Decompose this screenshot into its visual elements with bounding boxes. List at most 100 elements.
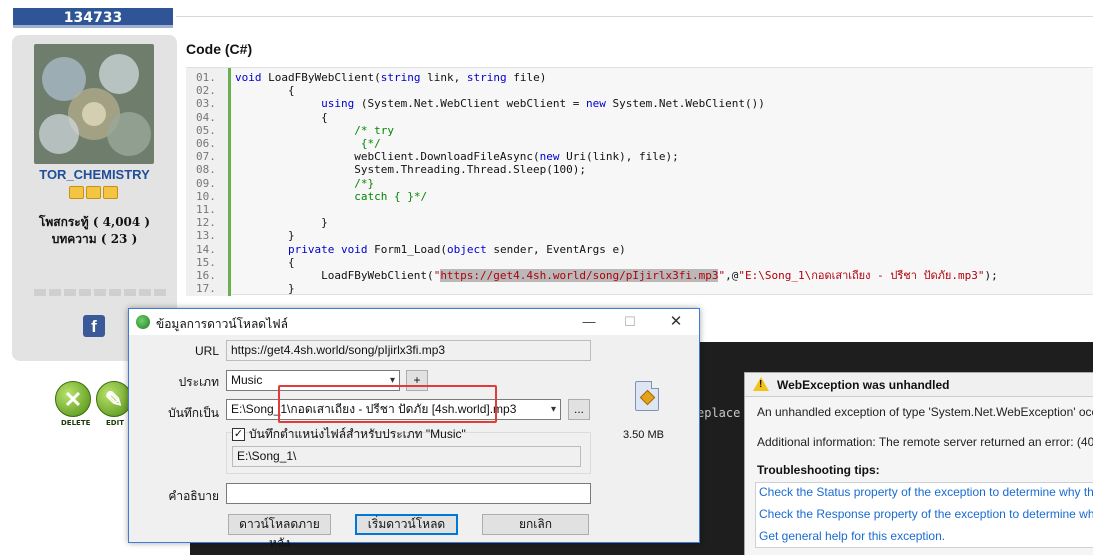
code-text[interactable]: catch { }*/ — [235, 190, 427, 203]
remember-path-checkbox[interactable]: ✓ — [232, 428, 245, 441]
code-token: System.Net.WebClient()) — [605, 97, 765, 111]
line-number: 02. — [196, 84, 216, 98]
remember-path-label[interactable]: บันทึกตำแหน่งไฟล์สำหรับประเภท "Music" — [249, 425, 466, 444]
code-token: LoadFByWebClient( — [235, 269, 434, 282]
type-select-value: Music — [231, 373, 263, 387]
cancel-button[interactable]: ยกเลิก — [482, 514, 589, 535]
code-token: { — [235, 84, 295, 98]
code-token: ,@ — [725, 269, 739, 282]
code-text[interactable]: /* try — [235, 124, 394, 137]
code-text[interactable]: LoadFByWebClient("https://get4.4sh.world… — [235, 269, 998, 282]
username[interactable]: TOR_CHEMISTRY — [12, 167, 177, 182]
start-download-button[interactable]: เริ่มดาวน์โหลด — [355, 514, 458, 535]
annotation-highlight-box — [278, 385, 497, 423]
code-text[interactable]: {*/ — [235, 137, 381, 150]
code-text[interactable]: private void Form1_Load(object sender, E… — [235, 243, 626, 256]
code-token: (System.Net.WebClient webClient = — [354, 97, 587, 111]
code-token: string — [466, 71, 507, 84]
line-number: 11. — [196, 203, 216, 216]
avatar[interactable] — [34, 44, 154, 164]
chevron-down-icon: ▾ — [550, 404, 556, 415]
line-number: 03. — [196, 97, 216, 111]
code-token: } — [235, 216, 328, 230]
gutter-bar — [228, 68, 231, 296]
code-text[interactable]: System.Threading.Thread.Sleep(100); — [235, 163, 586, 176]
code-token: { — [235, 255, 295, 269]
line-number: 01. — [196, 71, 216, 84]
code-token: System.Threading.Thread.Sleep(100); — [235, 163, 586, 177]
code-text[interactable]: } — [235, 216, 328, 229]
code-token: void — [340, 242, 368, 256]
dialog-title: ข้อมูลการดาวน์โหลดไฟล์ — [156, 317, 288, 331]
code-text[interactable]: void LoadFByWebClient(string link, strin… — [235, 71, 546, 84]
code-text[interactable]: { — [235, 84, 295, 97]
code-token: file) — [506, 71, 547, 84]
line-number: 17. — [196, 282, 216, 296]
line-number: 12. — [196, 216, 216, 230]
code-token: Form1_Load( — [367, 242, 447, 256]
maximize-button[interactable]: ☐ — [615, 312, 645, 332]
code-token: void — [235, 71, 262, 84]
url-field[interactable]: https://get4.4sh.world/song/pIjirlx3fi.m… — [226, 340, 591, 361]
tip-link-status[interactable]: Check the Status property of the excepti… — [759, 485, 1093, 499]
code-text[interactable]: } — [235, 229, 295, 242]
code-token: object — [446, 242, 487, 256]
code-token: new — [586, 97, 606, 111]
post-id-badge: 134733 — [13, 8, 173, 28]
code-token: LoadFByWebClient( — [261, 71, 381, 84]
edit-label: EDIT — [106, 419, 124, 427]
code-text[interactable]: using (System.Net.WebClient webClient = … — [235, 97, 765, 110]
download-dialog: ข้อมูลการดาวน์โหลดไฟล์ — ☐ ✕ URL https:/… — [128, 308, 700, 550]
minimize-button[interactable]: — — [574, 312, 604, 332]
code-token: private — [287, 242, 335, 256]
troubleshooting-list: Check the Status property of the excepti… — [755, 482, 1093, 548]
dialog-title-bar[interactable]: ข้อมูลการดาวน์โหลดไฟล์ — ☐ ✕ — [129, 309, 699, 335]
rank-crowns — [69, 186, 118, 199]
delete-label: DELETE — [61, 419, 91, 427]
top-divider — [176, 16, 1093, 17]
code-token: /*} — [354, 176, 375, 190]
tip-link-help[interactable]: Get general help for this exception. — [759, 529, 945, 543]
delete-button[interactable]: ✕ — [55, 381, 91, 417]
code-token: new — [539, 150, 560, 164]
description-input[interactable] — [226, 483, 591, 504]
browse-button[interactable]: ... — [568, 399, 590, 420]
save-as-label: บันทึกเป็น — [168, 406, 219, 420]
folder-field[interactable]: E:\Song_1\ — [232, 446, 581, 467]
close-button[interactable]: ✕ — [661, 312, 691, 332]
exception-additional-info: Additional information: The remote serve… — [757, 435, 1093, 449]
code-token: ); — [984, 269, 998, 282]
code-token: { — [235, 110, 328, 124]
code-token: https://get4.4sh.world/song/pIjirlx3fi.m… — [440, 269, 719, 282]
crown-icon — [103, 186, 118, 199]
code-text[interactable]: } — [235, 282, 295, 295]
code-text[interactable]: { — [235, 256, 295, 269]
pager-dots — [34, 289, 166, 296]
type-label: ประเภท — [178, 375, 219, 389]
code-token: /* try — [354, 123, 394, 137]
code-title: Code (C#) — [186, 41, 253, 57]
ide-code-fragment: eplace — [697, 406, 741, 420]
code-text[interactable]: { — [235, 111, 328, 124]
code-text[interactable]: /*} — [235, 177, 374, 190]
facebook-icon[interactable]: f — [83, 315, 105, 337]
download-later-button[interactable]: ดาวน์โหลดภายหลัง — [228, 514, 331, 550]
line-number: 16. — [196, 269, 216, 282]
tip-link-response[interactable]: Check the Response property of the excep… — [759, 507, 1093, 521]
code-text[interactable]: webClient.DownloadFileAsync(new Uri(link… — [235, 150, 679, 163]
edit-button[interactable]: ✎ — [96, 381, 132, 417]
music-file-icon — [635, 381, 659, 411]
remember-path-row[interactable]: ✓ บันทึกตำแหน่งไฟล์สำหรับประเภท "Music" — [232, 425, 466, 444]
article-count: บทความ ( 23 ) — [51, 232, 138, 246]
line-number: 04. — [196, 110, 216, 124]
troubleshooting-heading: Troubleshooting tips: — [757, 463, 880, 477]
line-number: 13. — [196, 229, 216, 243]
line-number: 06. — [196, 137, 216, 150]
crown-icon — [86, 186, 101, 199]
code-token: webClient.DownloadFileAsync( — [235, 150, 540, 164]
line-number: 14. — [196, 242, 216, 256]
